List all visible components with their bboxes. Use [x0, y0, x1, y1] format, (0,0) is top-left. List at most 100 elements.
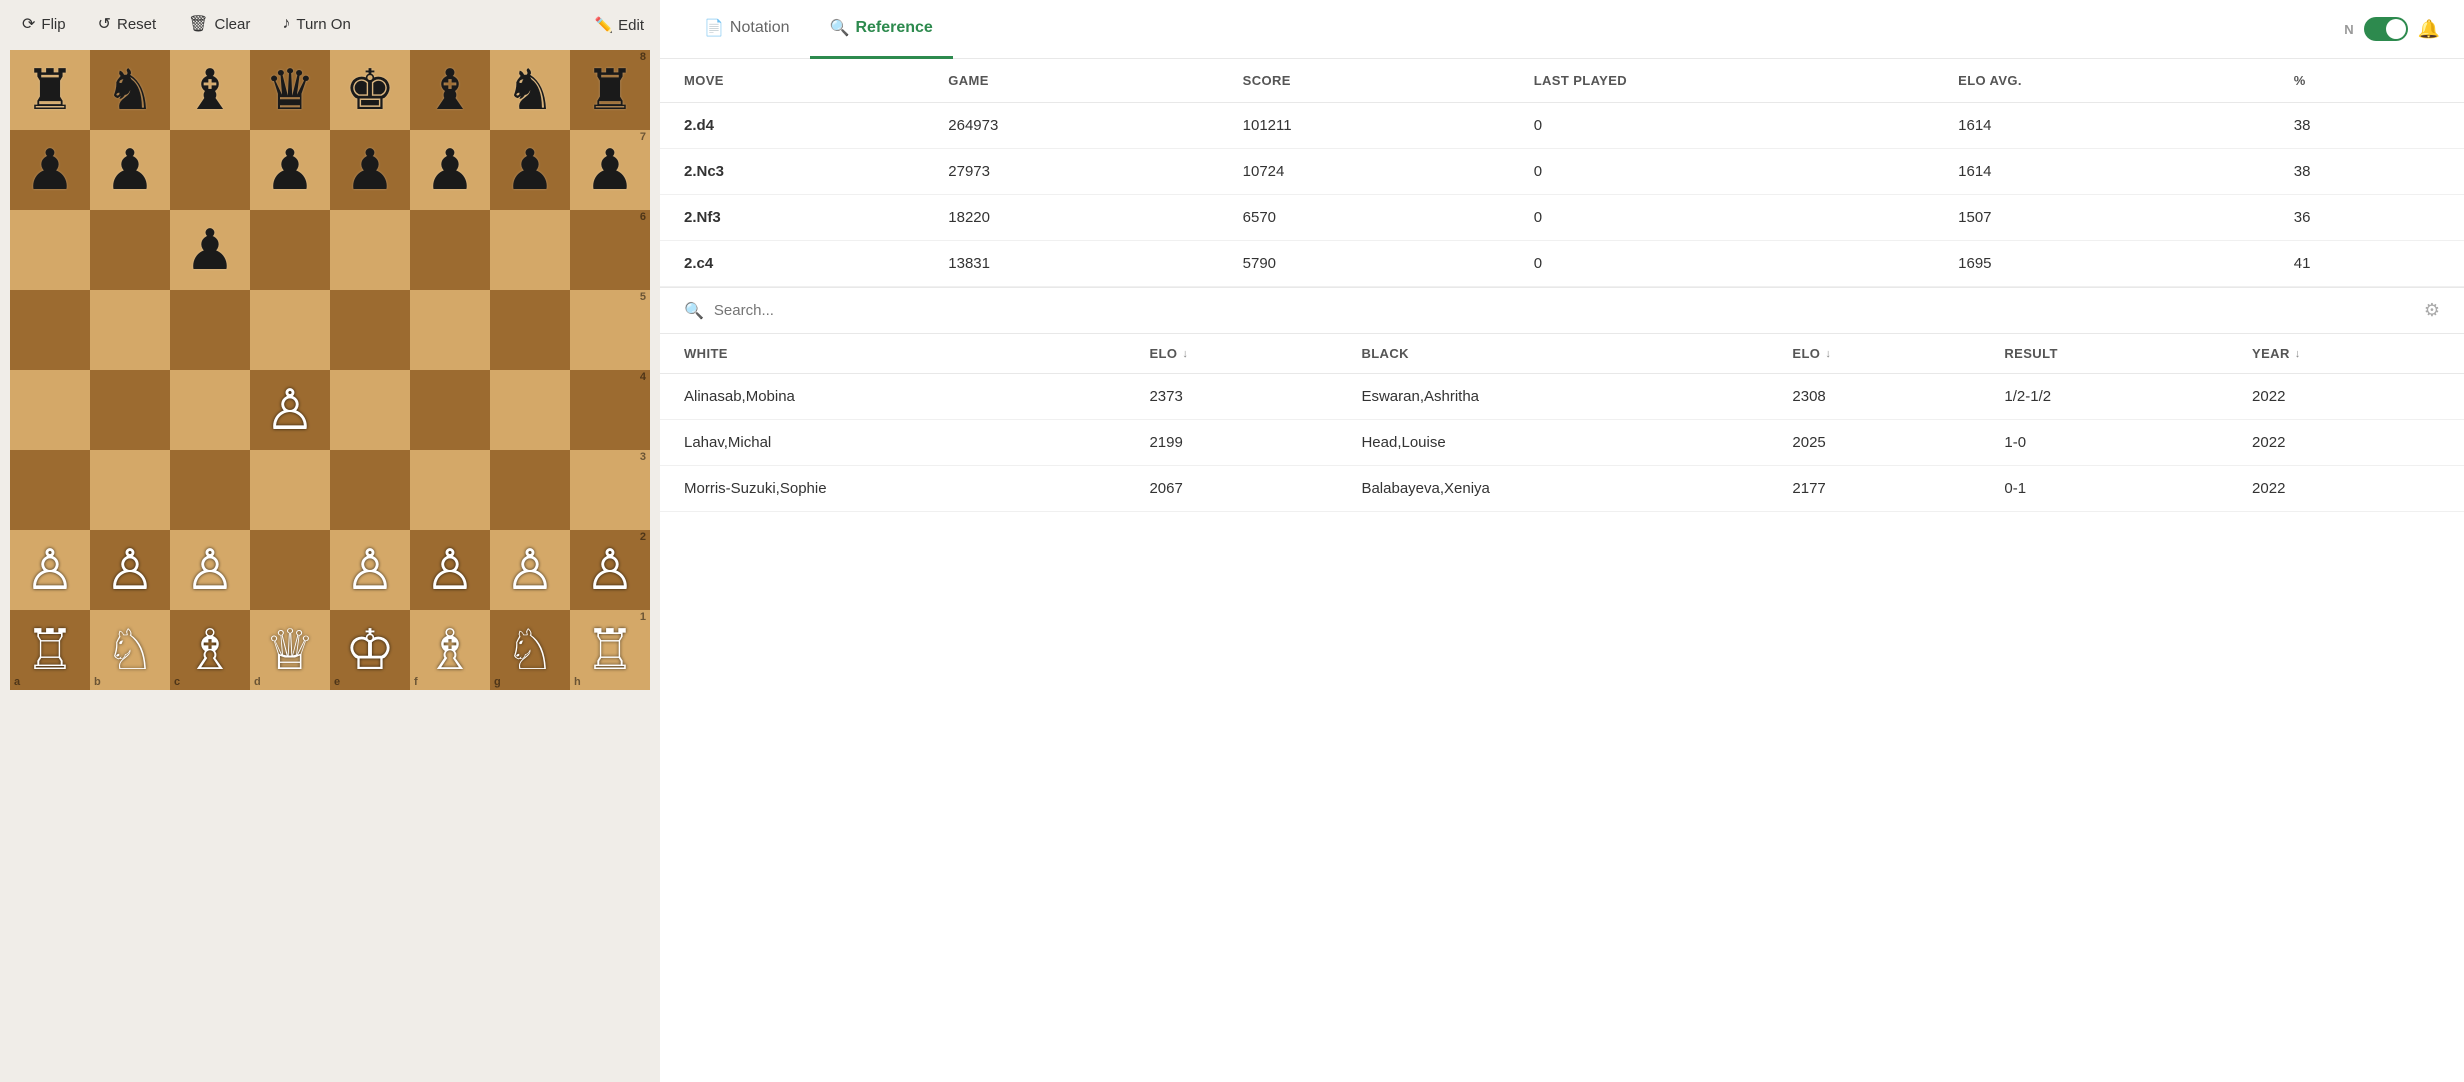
piece-a1: ♖	[25, 622, 75, 678]
cell-d4[interactable]: ♙	[250, 370, 330, 450]
cell-g7[interactable]: ♟	[490, 130, 570, 210]
cell-b4[interactable]	[90, 370, 170, 450]
cell-c1[interactable]: c♗	[170, 610, 250, 690]
cell-d1[interactable]: d♕	[250, 610, 330, 690]
cell-b3[interactable]	[90, 450, 170, 530]
toggle-switch[interactable]	[2364, 17, 2408, 41]
move-cell-3: 2.c4	[660, 241, 924, 287]
elo-white-cell-0: 2373	[1125, 374, 1337, 420]
cell-a4[interactable]	[10, 370, 90, 450]
cell-c6[interactable]: ♟	[170, 210, 250, 290]
games-table-row[interactable]: Morris-Suzuki,Sophie 2067 Balabayeva,Xen…	[660, 466, 2464, 512]
col-elo-black[interactable]: ELO ↓	[1768, 334, 1980, 374]
cell-b2[interactable]: ♙	[90, 530, 170, 610]
cell-d5[interactable]	[250, 290, 330, 370]
filter-icon[interactable]: ⚙	[2424, 300, 2440, 321]
cell-b7[interactable]: ♟	[90, 130, 170, 210]
cell-g3[interactable]	[490, 450, 570, 530]
piece-c2: ♙	[185, 542, 235, 598]
cell-f3[interactable]	[410, 450, 490, 530]
cell-g5[interactable]	[490, 290, 570, 370]
cell-b6[interactable]	[90, 210, 170, 290]
cell-b8[interactable]: ♞	[90, 50, 170, 130]
edit-icon: ✏️	[594, 16, 613, 34]
elo-black-cell-0: 2308	[1768, 374, 1980, 420]
cell-e6[interactable]	[330, 210, 410, 290]
cell-a8[interactable]: ♜	[10, 50, 90, 130]
cell-d3[interactable]	[250, 450, 330, 530]
cell-c8[interactable]: ♝	[170, 50, 250, 130]
cell-h3[interactable]: 3	[570, 450, 650, 530]
cell-h8[interactable]: 8♜	[570, 50, 650, 130]
flip-button[interactable]: ⟳ Flip	[16, 10, 72, 40]
cell-d8[interactable]: ♛	[250, 50, 330, 130]
reset-button[interactable]: ↺ Reset	[92, 10, 163, 40]
cell-e8[interactable]: ♚	[330, 50, 410, 130]
cell-a2[interactable]: ♙	[10, 530, 90, 610]
cell-c2[interactable]: ♙	[170, 530, 250, 610]
cell-f1[interactable]: f♗	[410, 610, 490, 690]
games-table-row[interactable]: Lahav,Michal 2199 Head,Louise 2025 1-0 2…	[660, 420, 2464, 466]
cell-f2[interactable]: ♙	[410, 530, 490, 610]
cell-h5[interactable]: 5	[570, 290, 650, 370]
turn-on-button[interactable]: ♪ Turn On	[276, 11, 356, 39]
cell-h7[interactable]: 7♟	[570, 130, 650, 210]
cell-e1[interactable]: e♔	[330, 610, 410, 690]
cell-b1[interactable]: b♘	[90, 610, 170, 690]
cell-e3[interactable]	[330, 450, 410, 530]
cell-e7[interactable]: ♟	[330, 130, 410, 210]
turn-on-label: Turn On	[296, 16, 350, 33]
moves-table-row[interactable]: 2.Nc3 27973 10724 0 1614 38	[660, 149, 2464, 195]
cell-a6[interactable]	[10, 210, 90, 290]
cell-h2[interactable]: 2♙	[570, 530, 650, 610]
moves-table-row[interactable]: 2.c4 13831 5790 0 1695 41	[660, 241, 2464, 287]
col-elo-white[interactable]: ELO ↓	[1125, 334, 1337, 374]
bell-icon[interactable]: 🔔	[2418, 19, 2440, 40]
cell-f8[interactable]: ♝	[410, 50, 490, 130]
cell-f4[interactable]	[410, 370, 490, 450]
cell-c3[interactable]	[170, 450, 250, 530]
moves-table-row[interactable]: 2.Nf3 18220 6570 0 1507 36	[660, 195, 2464, 241]
tab-reference[interactable]: 🔍 Reference	[810, 0, 953, 59]
white-cell-1: Lahav,Michal	[660, 420, 1125, 466]
cell-c4[interactable]	[170, 370, 250, 450]
piece-g1: ♘	[505, 622, 555, 678]
cell-g4[interactable]	[490, 370, 570, 450]
cell-d2[interactable]	[250, 530, 330, 610]
cell-d6[interactable]	[250, 210, 330, 290]
tabs-bar: 📄 Notation 🔍 Reference N 🔔	[660, 0, 2464, 59]
col-year[interactable]: YEAR ↓	[2228, 334, 2464, 374]
cell-f5[interactable]	[410, 290, 490, 370]
chess-board-container: ♜♞♝♛♚♝♞8♜♟♟♟♟♟♟7♟♟65♙43♙♙♙♙♙♙2♙a♖b♘c♗d♕e…	[10, 50, 650, 690]
cell-h4[interactable]: 4	[570, 370, 650, 450]
cell-a5[interactable]	[10, 290, 90, 370]
cell-e5[interactable]	[330, 290, 410, 370]
piece-h7: ♟	[585, 142, 635, 198]
chess-board[interactable]: ♜♞♝♛♚♝♞8♜♟♟♟♟♟♟7♟♟65♙43♙♙♙♙♙♙2♙a♖b♘c♗d♕e…	[10, 50, 650, 690]
cell-g6[interactable]	[490, 210, 570, 290]
clear-button[interactable]: 🗑 Clear	[182, 10, 256, 40]
cell-e4[interactable]	[330, 370, 410, 450]
cell-e2[interactable]: ♙	[330, 530, 410, 610]
cell-f7[interactable]: ♟	[410, 130, 490, 210]
cell-g8[interactable]: ♞	[490, 50, 570, 130]
cell-b5[interactable]	[90, 290, 170, 370]
search-input[interactable]	[714, 302, 2414, 319]
result-cell-2: 0-1	[1980, 466, 2228, 512]
tab-notation[interactable]: 📄 Notation	[684, 0, 810, 59]
col-score: SCORE	[1219, 59, 1510, 103]
cell-a3[interactable]	[10, 450, 90, 530]
cell-g2[interactable]: ♙	[490, 530, 570, 610]
cell-d7[interactable]: ♟	[250, 130, 330, 210]
cell-a1[interactable]: a♖	[10, 610, 90, 690]
cell-g1[interactable]: g♘	[490, 610, 570, 690]
cell-h6[interactable]: 6	[570, 210, 650, 290]
games-table-row[interactable]: Alinasab,Mobina 2373 Eswaran,Ashritha 23…	[660, 374, 2464, 420]
cell-a7[interactable]: ♟	[10, 130, 90, 210]
cell-f6[interactable]	[410, 210, 490, 290]
cell-c5[interactable]	[170, 290, 250, 370]
moves-table-row[interactable]: 2.d4 264973 101211 0 1614 38	[660, 103, 2464, 149]
cell-h1[interactable]: 1h♖	[570, 610, 650, 690]
cell-c7[interactable]	[170, 130, 250, 210]
edit-button[interactable]: ✏️ Edit	[594, 16, 644, 34]
